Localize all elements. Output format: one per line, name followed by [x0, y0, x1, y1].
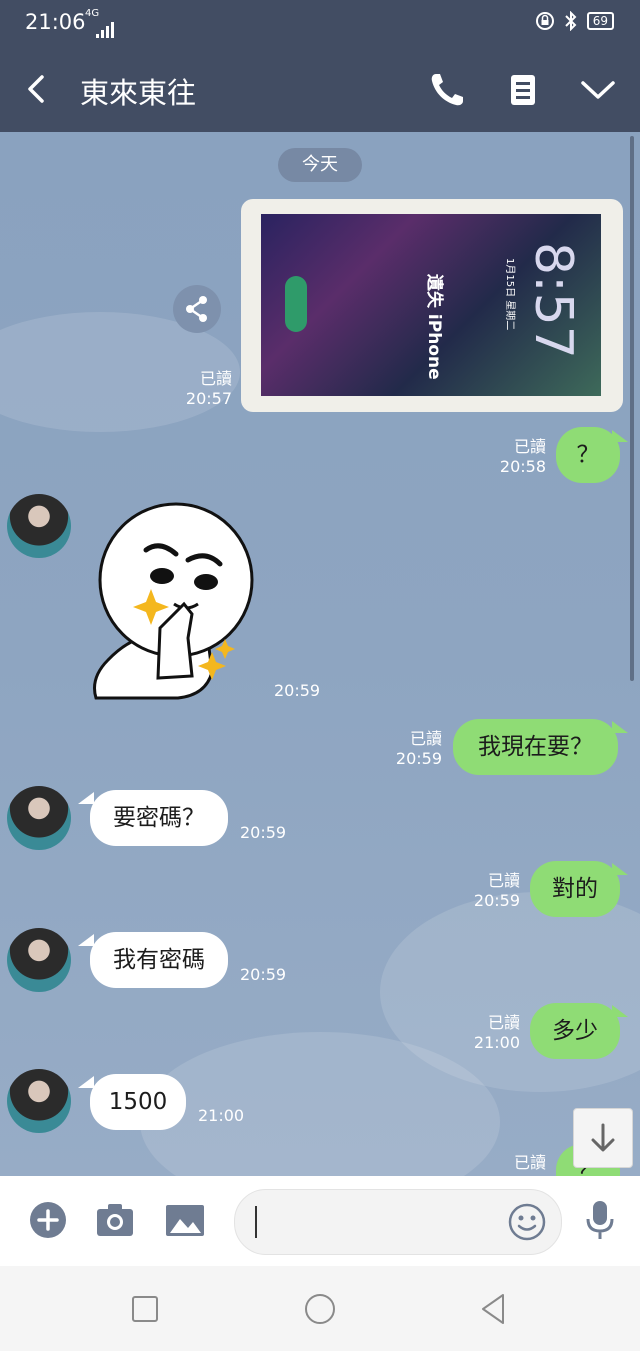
message-time: 20:58: [499, 457, 546, 476]
photo-message[interactable]: 遺失 iPhone 8:57 1月15日 星期二: [241, 199, 623, 412]
back-icon[interactable]: [477, 1292, 511, 1326]
avatar[interactable]: [7, 1069, 71, 1133]
share-button[interactable]: [173, 285, 221, 333]
message-time: 20:59: [274, 681, 321, 700]
camera-icon[interactable]: [95, 1200, 135, 1240]
message-bubble-in[interactable]: 要密碼？: [90, 790, 228, 846]
document-icon[interactable]: [504, 71, 542, 109]
message-bubble-out[interactable]: ？: [556, 427, 620, 483]
network-type: 4G: [85, 8, 100, 19]
message-bubble-out[interactable]: 多少: [530, 1003, 620, 1059]
status-bar: 21:06 4G 69: [0, 0, 640, 46]
chat-messages[interactable]: 今天 已讀 20:57 遺失 iPhone 8:57 1月15日 星期二 已讀 …: [0, 132, 640, 1176]
read-receipt: 已讀: [513, 437, 546, 456]
chat-title: 東來東往: [80, 76, 197, 110]
lock-screen-image: 遺失 iPhone 8:57 1月15日 星期二: [285, 242, 583, 380]
chevron-left-icon[interactable]: [22, 74, 52, 104]
share-icon: [186, 296, 207, 322]
battery-indicator: 69: [586, 12, 614, 30]
chevron-down-icon[interactable]: [579, 71, 617, 109]
message-time: 20:57: [185, 389, 232, 408]
message-bubble-in[interactable]: 我有密碼: [90, 932, 228, 988]
status-time: 21:06: [25, 10, 86, 34]
recent-apps-icon[interactable]: [128, 1292, 162, 1326]
plus-circle-icon[interactable]: [28, 1200, 68, 1240]
date-separator: 今天: [278, 148, 362, 182]
message-time: 20:59: [240, 965, 287, 984]
message-time: 21:00: [473, 1033, 520, 1052]
read-receipt: 已讀: [487, 871, 520, 890]
message-bubble-out[interactable]: 對的: [530, 861, 620, 917]
message-time: 20:59: [395, 749, 442, 768]
home-icon[interactable]: [303, 1292, 337, 1326]
signal-icon: [96, 22, 114, 38]
text-cursor: [255, 1206, 257, 1238]
photo-content: 遺失 iPhone 8:57 1月15日 星期二: [261, 214, 601, 396]
avatar[interactable]: [7, 494, 71, 558]
read-receipt: 已讀: [513, 1153, 546, 1172]
input-bar: [0, 1176, 640, 1266]
message-bubble-out[interactable]: 我現在要？: [453, 719, 618, 775]
sticker-message[interactable]: [88, 500, 258, 705]
arrow-down-icon: [591, 1123, 615, 1152]
smiley-icon[interactable]: [507, 1202, 547, 1242]
read-receipt: 已讀: [487, 1013, 520, 1032]
photo-screen-time: 8:57: [523, 242, 583, 359]
message-bubble-in[interactable]: 1500: [90, 1074, 186, 1130]
phone-icon[interactable]: [428, 71, 466, 109]
bluetooth-icon: [565, 11, 577, 31]
avatar[interactable]: [7, 786, 71, 850]
message-time: 20:59: [240, 823, 287, 842]
photo-screen-date: 1月15日 星期二: [504, 258, 516, 330]
lock-rotation-icon: [535, 12, 554, 30]
avatar[interactable]: [7, 928, 71, 992]
read-receipt: 已讀: [199, 369, 232, 388]
chat-header: 東來東往: [0, 46, 640, 132]
scrollbar[interactable]: [630, 136, 634, 681]
microphone-icon[interactable]: [580, 1200, 620, 1240]
message-time: 21:00: [198, 1106, 245, 1125]
photo-screen-title: 遺失 iPhone: [424, 274, 445, 380]
read-receipt: 已讀: [409, 729, 442, 748]
scroll-to-bottom-button[interactable]: [573, 1108, 633, 1168]
message-time: 20:59: [473, 891, 520, 910]
status-indicators: 69: [535, 11, 614, 31]
system-nav-bar: [0, 1266, 640, 1351]
image-icon[interactable]: [165, 1200, 205, 1240]
message-input[interactable]: [234, 1189, 562, 1255]
